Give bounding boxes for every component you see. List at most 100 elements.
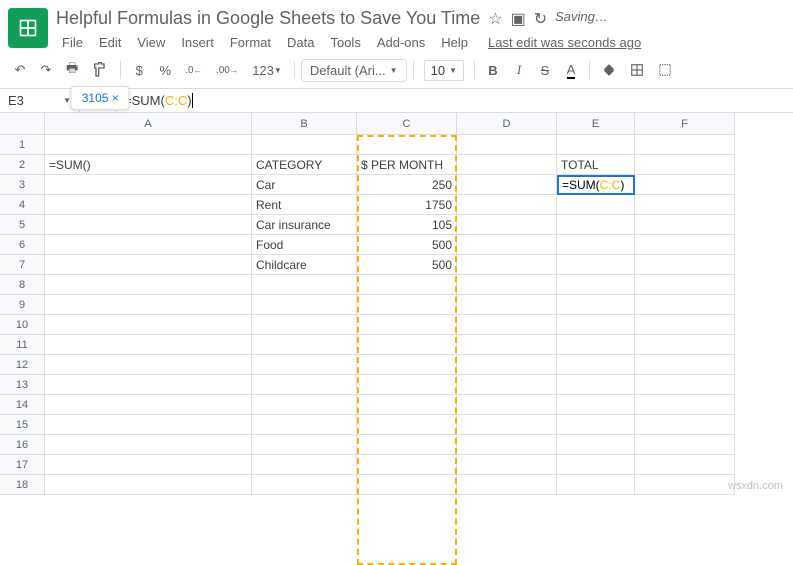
cell[interactable]: [635, 155, 735, 175]
cell[interactable]: [45, 255, 252, 275]
cell[interactable]: [357, 315, 457, 335]
cell[interactable]: [635, 415, 735, 435]
menu-tools[interactable]: Tools: [324, 33, 366, 52]
borders-button[interactable]: [624, 58, 650, 82]
cell[interactable]: [45, 335, 252, 355]
merge-cells-button[interactable]: [652, 58, 678, 82]
cell[interactable]: [635, 335, 735, 355]
column-header[interactable]: D: [457, 113, 557, 135]
cell[interactable]: [457, 315, 557, 335]
sheets-logo[interactable]: [8, 8, 48, 48]
cell[interactable]: [357, 135, 457, 155]
row-header[interactable]: 16: [0, 435, 45, 455]
cell[interactable]: [45, 135, 252, 155]
cell[interactable]: [557, 355, 635, 375]
italic-button[interactable]: I: [507, 58, 531, 82]
cell[interactable]: [635, 295, 735, 315]
cell[interactable]: [457, 295, 557, 315]
cell[interactable]: [457, 475, 557, 495]
cell[interactable]: [252, 295, 357, 315]
cell[interactable]: [635, 375, 735, 395]
paint-format-button[interactable]: 3105 ×: [86, 58, 114, 82]
cell[interactable]: [457, 175, 557, 195]
cell[interactable]: [45, 195, 252, 215]
menu-data[interactable]: Data: [281, 33, 320, 52]
cell[interactable]: [357, 275, 457, 295]
row-header[interactable]: 17: [0, 455, 45, 475]
cell[interactable]: [45, 455, 252, 475]
cell[interactable]: [635, 275, 735, 295]
star-icon[interactable]: ☆: [488, 9, 502, 29]
row-header[interactable]: 11: [0, 335, 45, 355]
cell[interactable]: [635, 315, 735, 335]
cell[interactable]: [45, 175, 252, 195]
cell[interactable]: [457, 355, 557, 375]
cell[interactable]: [357, 455, 457, 475]
cell[interactable]: [557, 375, 635, 395]
cell[interactable]: [357, 295, 457, 315]
cell[interactable]: [457, 395, 557, 415]
cell[interactable]: [557, 415, 635, 435]
column-header[interactable]: E: [557, 113, 635, 135]
cell[interactable]: [557, 475, 635, 495]
cell[interactable]: [635, 255, 735, 275]
bold-button[interactable]: B: [481, 58, 505, 82]
cell[interactable]: [252, 415, 357, 435]
cell[interactable]: [252, 355, 357, 375]
cell[interactable]: [457, 455, 557, 475]
cell[interactable]: [557, 435, 635, 455]
cell[interactable]: Rent: [252, 195, 357, 215]
cell[interactable]: [557, 315, 635, 335]
cell[interactable]: [45, 315, 252, 335]
column-header[interactable]: F: [635, 113, 735, 135]
row-header[interactable]: 3: [0, 175, 45, 195]
cell[interactable]: [357, 395, 457, 415]
row-header[interactable]: 8: [0, 275, 45, 295]
cell[interactable]: [252, 375, 357, 395]
row-header[interactable]: 9: [0, 295, 45, 315]
cell[interactable]: [252, 275, 357, 295]
fill-color-button[interactable]: [596, 58, 622, 82]
cell[interactable]: [357, 475, 457, 495]
cell[interactable]: [357, 375, 457, 395]
cell[interactable]: [45, 215, 252, 235]
last-edit-link[interactable]: Last edit was seconds ago: [482, 33, 647, 52]
cell[interactable]: [635, 395, 735, 415]
cell[interactable]: [45, 395, 252, 415]
cell[interactable]: 250: [357, 175, 457, 195]
cell[interactable]: [45, 375, 252, 395]
formula-input[interactable]: =SUM(C:C): [116, 93, 793, 109]
cell[interactable]: 500: [357, 235, 457, 255]
cell[interactable]: [457, 435, 557, 455]
cell[interactable]: [45, 435, 252, 455]
cell[interactable]: [635, 355, 735, 375]
row-header[interactable]: 15: [0, 415, 45, 435]
row-header[interactable]: 14: [0, 395, 45, 415]
cell[interactable]: [635, 455, 735, 475]
cell[interactable]: [357, 355, 457, 375]
cell[interactable]: [457, 375, 557, 395]
cell[interactable]: =SUM(): [45, 155, 252, 175]
cell[interactable]: [557, 215, 635, 235]
cell[interactable]: TOTAL: [557, 155, 635, 175]
cell[interactable]: [457, 235, 557, 255]
percent-button[interactable]: %: [153, 58, 177, 82]
row-header[interactable]: 7: [0, 255, 45, 275]
document-title[interactable]: Helpful Formulas in Google Sheets to Sav…: [56, 8, 480, 29]
cell[interactable]: [457, 275, 557, 295]
cell[interactable]: 500: [357, 255, 457, 275]
redo-button[interactable]: ↷: [34, 58, 58, 82]
row-header[interactable]: 18: [0, 475, 45, 495]
row-header[interactable]: 4: [0, 195, 45, 215]
cell[interactable]: [252, 455, 357, 475]
decrease-decimal-button[interactable]: .0←: [179, 58, 208, 82]
cell[interactable]: [457, 195, 557, 215]
number-format-button[interactable]: 123▼: [246, 58, 288, 82]
row-header[interactable]: 13: [0, 375, 45, 395]
cell[interactable]: [457, 135, 557, 155]
column-header[interactable]: A: [45, 113, 252, 135]
cell[interactable]: [457, 215, 557, 235]
cell[interactable]: 1750: [357, 195, 457, 215]
cell[interactable]: [635, 195, 735, 215]
name-box[interactable]: E3▼: [0, 89, 80, 112]
